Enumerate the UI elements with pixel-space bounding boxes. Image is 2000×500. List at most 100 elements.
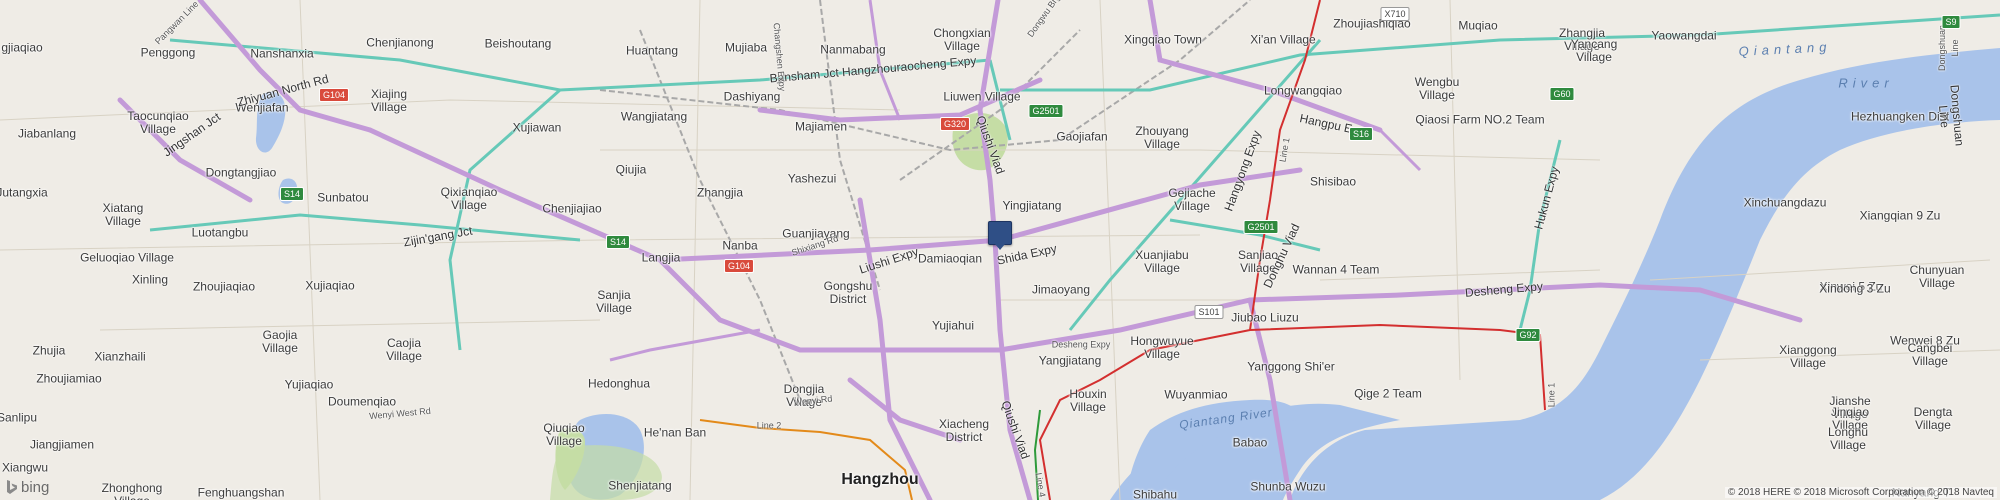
- place-label: Shisibao: [1309, 174, 1357, 189]
- route-shield: G92: [1515, 328, 1541, 342]
- place-label: Chenjianong: [366, 35, 434, 50]
- place-label: gjiaqiao: [1, 40, 43, 55]
- place-label: Qiujia: [615, 162, 647, 177]
- place-label: Gaojia Village: [262, 328, 298, 355]
- place-label: Nanba: [722, 238, 758, 253]
- place-label: Sunbatou: [317, 190, 369, 205]
- place-label: Damiaoqian: [917, 251, 983, 266]
- place-label: Longhu Village: [1827, 425, 1869, 452]
- place-label: Zhoujiaqiao: [192, 279, 256, 294]
- place-label: Xiangqian 9 Zu: [1859, 208, 1941, 223]
- route-shield: G320: [939, 117, 971, 131]
- place-label: Xianzhaili: [94, 349, 146, 364]
- place-label: Luotangbu: [191, 225, 249, 240]
- place-label: Xujiaqiao: [305, 278, 355, 293]
- place-label: Wannan 4 Team: [1292, 262, 1380, 277]
- place-label: Chenjiajiao: [542, 201, 602, 216]
- place-label: Shibahu: [1132, 487, 1178, 500]
- place-label: Hedonghua: [587, 376, 651, 391]
- place-label: Jiangjiamen: [29, 437, 95, 452]
- location-marker[interactable]: [988, 221, 1012, 250]
- place-label: Xi'an Village: [1250, 32, 1316, 47]
- place-label: Wangjiatang: [620, 109, 688, 124]
- place-label: Gaojiafan: [1056, 129, 1108, 144]
- place-label: Doumenqiao: [327, 394, 397, 409]
- place-label: Mujiaba: [724, 40, 768, 55]
- place-label: Qiaosi Farm NO.2 Team: [1415, 112, 1545, 127]
- place-label: Dengta Village: [1913, 405, 1953, 432]
- place-label: Houxin Village: [1069, 387, 1107, 414]
- place-label: Xiatang Village: [102, 201, 144, 228]
- place-label: Muqiao: [1458, 18, 1498, 33]
- place-label: Shenjiatang: [608, 478, 672, 493]
- place-label: Chongxian Village: [933, 26, 991, 53]
- place-label: Xinling: [131, 272, 169, 287]
- water-label: River: [1838, 75, 1894, 91]
- place-label: Dashiyang: [723, 89, 781, 104]
- place-label: Zhoujiamiao: [36, 371, 102, 386]
- route-shield: S14: [605, 235, 631, 249]
- place-label: Penggong: [140, 45, 196, 60]
- place-label: Xiajing Village: [370, 87, 408, 114]
- place-label: Zhujia: [32, 343, 66, 358]
- place-label: Xujiawan: [512, 120, 562, 135]
- place-label: Taocunqiao Village: [127, 109, 189, 136]
- place-label: Gongshu District: [823, 279, 873, 306]
- place-label: Qige 2 Team: [1354, 386, 1422, 401]
- route-shield: G104: [723, 259, 755, 273]
- map-base: [0, 0, 2000, 500]
- place-label: Longwangqiao: [1263, 83, 1343, 98]
- place-label: Yancang Village: [1570, 37, 1618, 64]
- place-label: Babao: [1232, 435, 1268, 450]
- place-label: Xuanjiabu Village: [1135, 248, 1189, 275]
- place-label: Zhonghong Village: [101, 481, 163, 500]
- place-label: Xiacheng District: [938, 417, 990, 444]
- place-label: Fenghuangshan: [197, 485, 285, 500]
- place-label: Jimaoyang: [1031, 282, 1091, 297]
- place-label: Cangbei Village: [1907, 341, 1953, 368]
- route-shield: S16: [1348, 127, 1374, 141]
- place-label: Yashezui: [787, 171, 837, 186]
- road-label: Line 2: [756, 420, 782, 431]
- place-label: Jiubao Liuzu: [1231, 310, 1299, 325]
- place-label: Majiamen: [794, 119, 848, 134]
- map-canvas[interactable]: Hangzhou Penggong Nanshanxia Chenjianong Bei…: [0, 0, 2000, 500]
- place-label: Yingjiatang: [1002, 198, 1062, 213]
- route-shield: G104: [318, 88, 350, 102]
- route-shield: S101: [1194, 305, 1224, 319]
- route-shield: S14: [279, 187, 305, 201]
- place-label: Liuwen Village: [943, 89, 1021, 104]
- place-label: Sanlipu: [0, 410, 38, 425]
- place-label: Yujiahui: [931, 318, 975, 333]
- place-label: Zhouyang Village: [1135, 124, 1189, 151]
- place-label: Hangzhou: [841, 471, 919, 488]
- route-shield: G2501: [1028, 104, 1064, 118]
- road-label: Desheng Expy: [1051, 339, 1111, 350]
- place-label: Xianggong Village: [1779, 343, 1837, 370]
- place-label: Caojia Village: [386, 336, 422, 363]
- place-label: Dongtangjiao: [205, 165, 277, 180]
- place-label: Langjia: [641, 250, 681, 265]
- place-label: Qixianqiao Village: [440, 185, 498, 212]
- route-shield: G60: [1549, 87, 1575, 101]
- place-label: Beishoutang: [484, 36, 552, 51]
- place-label: Zhangjia: [696, 185, 744, 200]
- place-label: Xingqiao Town: [1124, 32, 1202, 47]
- place-label: Yujiaqiao: [284, 377, 334, 392]
- place-label: Sanjia Village: [596, 288, 632, 315]
- place-label: Geluoqiao Village: [80, 250, 174, 265]
- route-shield: X710: [1380, 7, 1410, 21]
- place-label: Yanggong Shi'er: [1247, 359, 1335, 374]
- route-shield: S9: [1941, 15, 1961, 29]
- place-label: Nanshanxia: [250, 46, 314, 61]
- bing-wordmark: bing: [21, 479, 50, 496]
- place-label: Xiangwu: [1, 460, 49, 475]
- place-label: Qiuqiao Village: [543, 421, 585, 448]
- place-label: Xinchuangdazu: [1743, 195, 1827, 210]
- road-label: Dongshuan Line: [1936, 84, 1967, 147]
- place-label: Hongwuyue Village: [1130, 334, 1194, 361]
- place-label: Chunyuan Village: [1909, 263, 1965, 290]
- bing-logo: bing: [6, 479, 49, 496]
- place-label: Jiabanlang: [17, 126, 77, 141]
- place-label: Huantang: [625, 43, 679, 58]
